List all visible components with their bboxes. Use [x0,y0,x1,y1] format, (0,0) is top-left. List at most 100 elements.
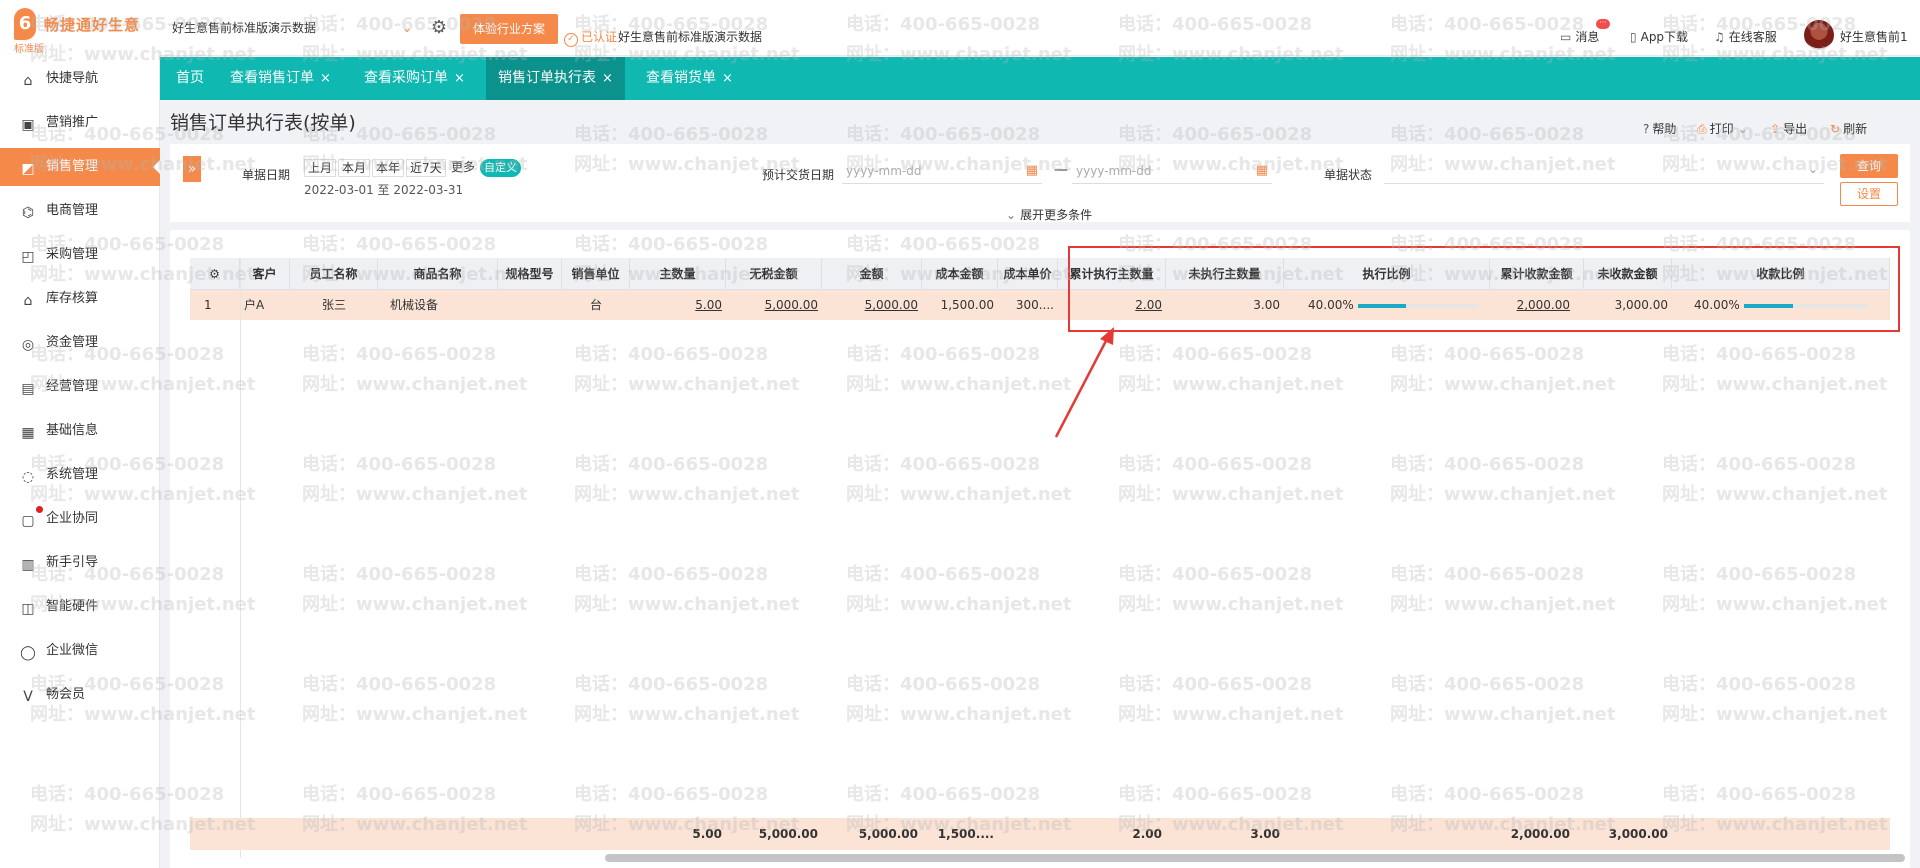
qty-link[interactable]: 5.00 [695,298,722,312]
help-button[interactable]: ? 帮助 [1643,120,1676,137]
column-header-7[interactable]: 金额 [822,258,922,290]
sidebar-item-10[interactable]: ▢ 企业协同 [0,500,160,538]
expand-more-conditions[interactable]: ⌄ 展开更多条件 [1006,206,1092,223]
sidebar-item-2[interactable]: ◩ 销售管理 [0,148,160,186]
certified-company: 好生意售前标准版演示数据 [618,30,763,44]
notification-dot [36,506,43,513]
sidebar-item-14[interactable]: V 畅会员 [0,676,160,714]
column-header-2[interactable]: 商品名称 [378,258,498,290]
date-label: 单据日期 [242,168,291,182]
cell-cost-amount: 1,500.00 [940,298,994,312]
sidebar-item-label: 销售管理 [46,159,99,174]
sidebar-item-9[interactable]: ◌ 系统管理 [0,456,160,494]
sidebar-item-label: 采购管理 [46,247,99,262]
tab-0[interactable]: 首页 [160,57,216,100]
export-button[interactable]: ⇪ 导出 [1770,120,1807,137]
arrow-shaft [1054,336,1110,438]
tab-label: 查看销售订单 [230,70,314,86]
column-header-6[interactable]: 无税金额 [726,258,822,290]
column-header-5[interactable]: 主数量 [630,258,726,290]
tab-close-icon[interactable]: × [320,71,331,86]
settings-button[interactable]: 设置 [1840,182,1898,206]
tab-close-icon[interactable]: × [602,71,613,86]
tab-2[interactable]: 查看采购订单 × [352,57,477,100]
start-date-placeholder: yyyy-mm-dd [846,164,922,178]
sidebar-item-1[interactable]: ▣ 营销推广 [0,104,160,142]
user-name[interactable]: 好生意售前1 [1840,28,1908,45]
shield-check-icon: ✓ [564,33,578,47]
sidebar-item-4[interactable]: ◰ 采购管理 [0,236,160,274]
cell-customer: 户A [244,298,265,312]
print-button[interactable]: ⎙ 打印 ⌄ [1697,120,1748,137]
sidebar-item-label: 库存核算 [46,291,99,306]
page-title: 销售订单执行表(按单) [170,112,356,134]
quick-custom[interactable]: 自定义 [480,159,521,177]
tab-3[interactable]: 销售订单执行表 × [486,57,625,100]
online-service-button[interactable]: ♫ 在线客服 [1714,28,1777,46]
sidebar-item-label: 营销推广 [46,115,99,130]
delivery-start-date[interactable]: yyyy-mm-dd ▦ [842,158,1042,184]
trial-industry-button[interactable]: 体验行业方案 [460,14,558,44]
app-logo[interactable]: 6 畅捷通好生意 标准版 [0,0,160,56]
gear-icon[interactable]: ⚙ [428,17,450,39]
tab-close-icon[interactable]: × [722,71,733,86]
tab-1[interactable]: 查看销售订单 × [218,57,343,100]
tab-close-icon[interactable]: × [454,71,465,86]
column-header-8[interactable]: 成本金额 [922,258,998,290]
delivery-end-date[interactable]: yyyy-mm-dd ▦ [1072,158,1272,184]
amount-notax-link[interactable]: 5,000.00 [765,298,818,312]
vip-icon: V [23,689,33,705]
refresh-button[interactable]: ↻ 刷新 [1830,120,1867,137]
sidebar-item-13[interactable]: ◯ 企业微信 [0,632,160,670]
logo-name: 畅捷通好生意 [44,16,141,34]
more-conditions-label: 展开更多条件 [1020,208,1093,222]
quick-this-year[interactable]: 本年 [372,159,405,177]
range-dash: — [1054,162,1068,178]
expand-panel-icon[interactable]: » [183,156,201,182]
annotation-highlight-box [1068,246,1900,332]
quick-this-month[interactable]: 本月 [338,159,371,177]
sidebar-item-0[interactable]: ⌂ 快捷导航 [0,60,160,98]
sidebar-item-8[interactable]: ▦ 基础信息 [0,412,160,450]
amount-link[interactable]: 5,000.00 [865,298,918,312]
horizontal-scrollbar[interactable] [605,854,1905,862]
column-header-1[interactable]: 员工名称 [290,258,378,290]
column-header-0[interactable]: 客户 [240,258,290,290]
sidebar-item-label: 智能硬件 [46,599,99,614]
tab-label: 首页 [176,70,204,86]
column-header-4[interactable]: 销售单位 [562,258,630,290]
avatar[interactable] [1804,20,1834,50]
cell-amount: 5,000.00 [822,290,922,320]
quick-last-7-days[interactable]: 近7天 [406,159,446,177]
column-header-9[interactable]: 成本单价 [998,258,1058,290]
query-button[interactable]: 查询 [1840,154,1898,178]
tab-4[interactable]: 查看销货单 × [634,57,745,100]
status-select[interactable]: ⌄ [1384,158,1824,184]
cell-amount-notax: 5,000.00 [726,290,822,320]
cell-cost-price: 300.... [1015,298,1054,312]
sidebar-item-6[interactable]: ◎ 资金管理 [0,324,160,362]
quick-more[interactable]: 更多 [448,159,478,177]
calendar-icon: ▦ [1255,163,1268,178]
company-selector[interactable]: 好生意售前标准版演示数据 ⌄ [172,16,412,40]
column-header-3[interactable]: 规格型号 [498,258,562,290]
logo-mark-icon: 6 [14,8,36,40]
refresh-label: 刷新 [1843,122,1868,136]
money-icon: ◎ [21,337,35,353]
messages-label: 消息 [1575,30,1600,44]
row-index: 1 [204,298,212,312]
column-settings-icon[interactable]: ⚙ [190,258,240,290]
sidebar-item-label: 电商管理 [46,203,99,218]
messages-button[interactable]: ▭ 消息 [1560,28,1599,46]
sales-icon: ◩ [21,161,35,177]
sidebar-item-label: 资金管理 [46,335,99,350]
sidebar-item-5[interactable]: ⌂ 库存核算 [0,280,160,318]
quick-last-month[interactable]: 上月 [304,159,337,177]
sidebar-item-3[interactable]: ⌬ 电商管理 [0,192,160,230]
sidebar-item-12[interactable]: ◫ 智能硬件 [0,588,160,626]
app-download-button[interactable]: ▯ App下载 [1630,28,1688,46]
sidebar-item-7[interactable]: ▤ 经营管理 [0,368,160,406]
cell-employee: 张三 [321,298,346,312]
sidebar-item-11[interactable]: ▥ 新手引导 [0,544,160,582]
close-all-tabs-icon[interactable]: ✕ [1899,0,1912,43]
